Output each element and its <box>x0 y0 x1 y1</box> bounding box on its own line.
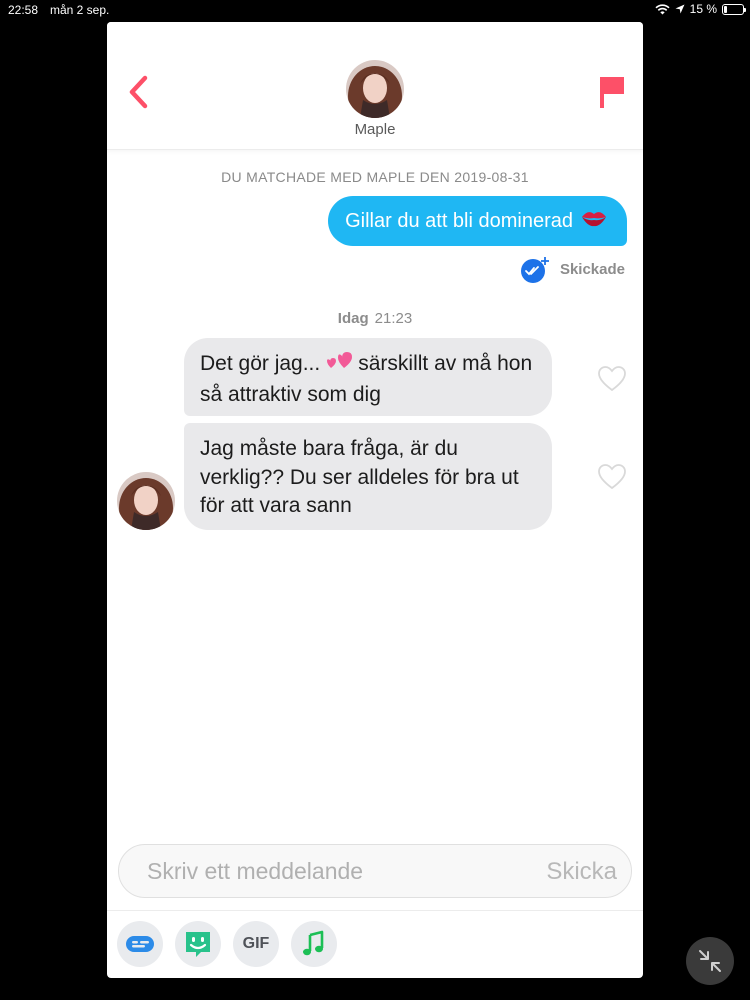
gif-icon: GIF <box>242 935 270 952</box>
battery-percent: 15 % <box>689 2 717 16</box>
music-icon <box>303 930 324 956</box>
two-hearts-emoji <box>324 350 354 381</box>
music-button[interactable] <box>291 921 337 967</box>
attachment-toolbar: GIF <box>107 910 643 978</box>
battery-level <box>724 5 727 13</box>
match-avatar-small[interactable] <box>117 472 175 530</box>
outgoing-message-text: Gillar du att bli dominerad <box>345 210 573 232</box>
flag-icon <box>600 77 624 108</box>
day-timestamp: Idag 21:23 <box>107 310 643 327</box>
kiss-emoji <box>581 197 607 247</box>
message-input[interactable] <box>119 845 529 897</box>
message-composer: Skicka <box>118 844 632 898</box>
sticker-icon <box>126 936 154 952</box>
chat-window: Maple DU MATCHADE MED MAPLE DEN 2019-08-… <box>107 22 643 978</box>
chevron-left-icon <box>129 75 148 109</box>
send-button[interactable]: Skicka <box>546 858 617 886</box>
outgoing-message[interactable]: Gillar du att bli dominerad <box>328 196 627 246</box>
status-date: mån 2 sep. <box>50 3 110 17</box>
chat-header: Maple <box>107 22 643 150</box>
battery-icon <box>722 3 746 15</box>
delivery-status: Skickade <box>520 255 625 283</box>
collapse-button[interactable] <box>686 937 734 985</box>
bitmoji-button[interactable] <box>175 921 221 967</box>
report-button[interactable] <box>597 72 627 112</box>
like-message-button[interactable] <box>597 365 627 393</box>
incoming-message-text-start: Det gör jag... <box>200 352 321 375</box>
incoming-message[interactable]: Det gör jag... särskillt av må hon så at… <box>184 338 552 416</box>
time-label: 21:23 <box>374 310 413 327</box>
incoming-message[interactable]: Jag måste bara fråga, är du verklig?? Du… <box>184 423 552 530</box>
day-label: Idag <box>337 310 369 327</box>
wifi-icon <box>655 3 670 14</box>
like-message-button[interactable] <box>597 463 627 491</box>
sticker-button[interactable] <box>117 921 163 967</box>
avatar-photo <box>346 60 404 118</box>
bitmoji-icon <box>186 932 210 957</box>
incoming-message-text: Jag måste bara fråga, är du verklig?? Du… <box>200 437 519 517</box>
status-bar: 22:58 mån 2 sep. 15 % <box>0 0 750 20</box>
match-name: Maple <box>354 121 396 138</box>
collapse-arrows-icon <box>699 950 721 972</box>
back-button[interactable] <box>123 72 153 112</box>
match-avatar[interactable] <box>346 60 404 118</box>
status-time: 22:58 <box>8 3 39 17</box>
heart-outline-icon <box>598 464 626 490</box>
avatar-photo <box>117 472 175 530</box>
read-receipt-icon <box>520 256 549 283</box>
status-indicators: 15 % <box>655 2 746 16</box>
location-arrow-icon <box>675 4 685 14</box>
sent-status-label: Skickade <box>559 260 625 278</box>
gif-button[interactable]: GIF <box>233 921 279 967</box>
heart-outline-icon <box>598 366 626 392</box>
match-info: DU MATCHADE MED MAPLE DEN 2019-08-31 <box>221 169 529 185</box>
